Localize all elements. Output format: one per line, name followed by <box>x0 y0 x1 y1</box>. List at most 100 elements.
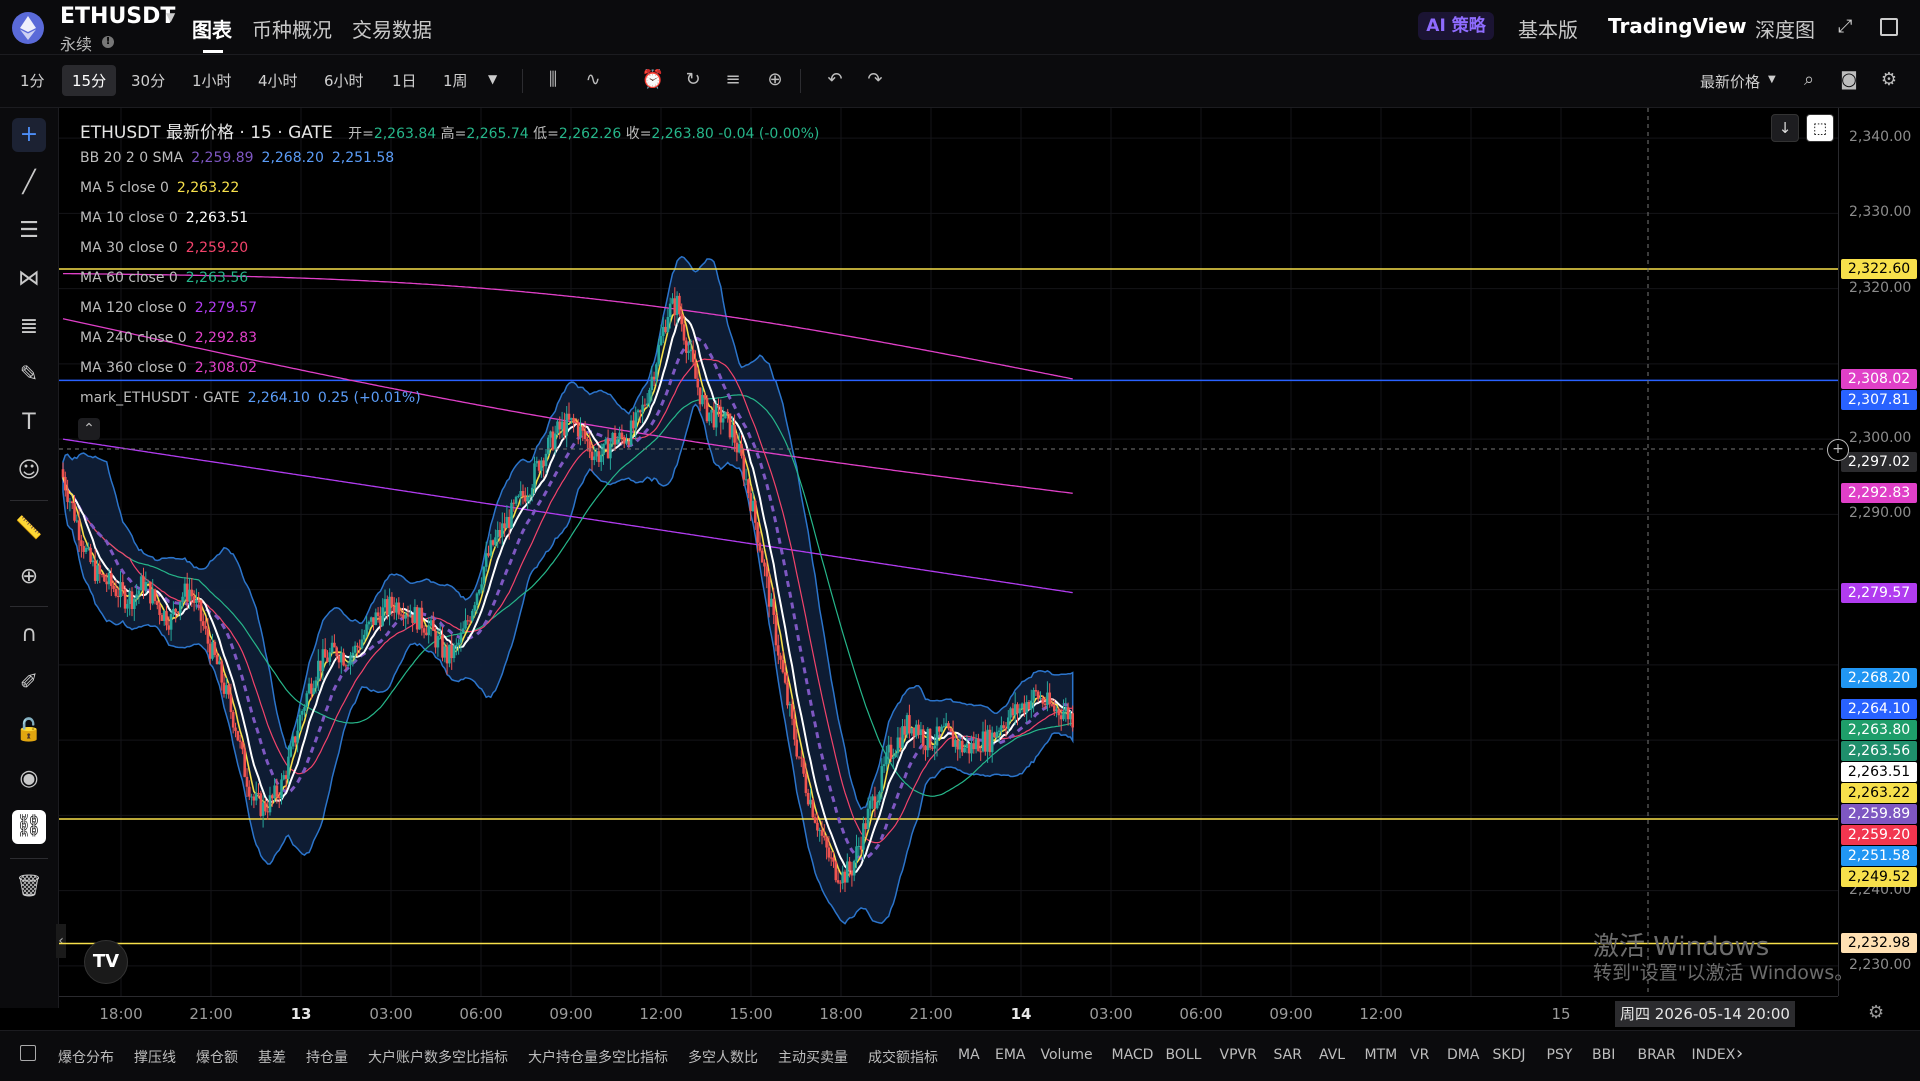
tab-trade-data[interactable]: 交易数据 <box>352 14 432 43</box>
visibility-eye-icon[interactable]: ◉ <box>12 762 46 796</box>
tab-depth-chart[interactable]: 深度图 <box>1755 14 1815 43</box>
templates-icon[interactable]: ≡ <box>720 67 746 93</box>
timeframe-6h[interactable]: 6小时 <box>324 70 364 91</box>
more-timeframes-icon[interactable]: ▼ <box>488 72 497 86</box>
window-icon[interactable] <box>1880 18 1898 36</box>
price-type-caret-icon[interactable]: ▼ <box>1768 74 1776 85</box>
legend-row[interactable]: MA 120 close 0 2,279.57 <box>80 300 257 316</box>
timeframe-1h[interactable]: 1小时 <box>192 70 232 91</box>
indicator-item[interactable]: SAR <box>1274 1047 1302 1063</box>
indicator-item[interactable]: INDEX <box>1692 1047 1736 1063</box>
tab-basic[interactable]: 基本版 <box>1518 14 1578 43</box>
indicator-item[interactable]: PSY <box>1547 1047 1573 1063</box>
brush-tool-icon[interactable]: ✎ <box>12 358 46 392</box>
indicator-item[interactable]: VPVR <box>1220 1047 1257 1063</box>
indicator-item[interactable]: BBI <box>1592 1047 1615 1063</box>
indicator-item[interactable]: 主动买卖量 <box>778 1047 848 1067</box>
indicators-icon[interactable]: ∿ <box>580 67 606 93</box>
pattern-tool-icon[interactable]: ⋈ <box>12 262 46 296</box>
symbol-dropdown-icon[interactable]: ▼ <box>166 10 175 24</box>
camera-icon[interactable]: ◙ <box>1836 67 1862 93</box>
timeframe-1w[interactable]: 1周 <box>443 70 468 91</box>
draw-mode-icon[interactable]: ✐ <box>12 666 46 700</box>
price-tick: 2,290.00 <box>1849 505 1912 522</box>
timeframe-1m[interactable]: 1分 <box>20 70 45 91</box>
time-axis[interactable]: 18:00 21:00 13 03:00 06:00 09:00 12:00 15:00 18:… <box>59 996 1838 1031</box>
time-tick: 06:00 <box>459 1005 503 1023</box>
indicator-item[interactable]: SKDJ <box>1493 1047 1526 1063</box>
scroll-to-latest-icon[interactable]: ↓ <box>1771 114 1799 142</box>
horizontal-lines-tool-icon[interactable]: ☰ <box>12 214 46 248</box>
indicator-item[interactable]: AVL <box>1319 1047 1345 1063</box>
indicator-item[interactable]: 爆仓额 <box>196 1047 238 1067</box>
trash-icon[interactable]: 🗑 <box>12 870 46 904</box>
price-chart[interactable] <box>59 108 1838 996</box>
chart-fullscreen-icon[interactable]: ⬚ <box>1806 114 1834 142</box>
legend-ohlc: 开=2,263.84 高=2,265.74 低=2,262.26 收=2,263… <box>348 126 820 142</box>
redo-icon[interactable]: ↷ <box>862 67 888 93</box>
emoji-tool-icon[interactable]: ☺ <box>12 454 46 488</box>
indicator-item[interactable]: EMA <box>995 1047 1026 1063</box>
indicator-item[interactable]: 多空人数比 <box>688 1047 758 1067</box>
indicator-item[interactable]: 爆仓分布 <box>58 1047 114 1067</box>
timeframe-15m[interactable]: 15分 <box>62 65 117 96</box>
indicator-item[interactable]: MACD <box>1112 1047 1154 1063</box>
indicator-item[interactable]: BOLL <box>1166 1047 1202 1063</box>
crosshair-tool-icon[interactable]: + <box>12 118 46 152</box>
indicator-item[interactable]: Volume <box>1041 1047 1093 1063</box>
legend-row[interactable]: BB 20 2 0 SMA 2,259.89 2,268.20 2,251.58 <box>80 150 394 166</box>
timeframe-4h[interactable]: 4小时 <box>258 70 298 91</box>
indicator-item[interactable]: 大户账户数多空比指标 <box>368 1047 508 1067</box>
indicator-item[interactable]: VR <box>1410 1047 1429 1063</box>
settings-gear-icon[interactable]: ⚙ <box>1876 67 1902 93</box>
info-icon[interactable]: ! <box>102 36 114 48</box>
indicator-bar: 爆仓分布 撑压线 爆仓额 基差 持仓量 大户账户数多空比指标 大户持仓量多空比指标 多空人数比… <box>0 1030 1920 1081</box>
timeframe-30m[interactable]: 30分 <box>131 70 165 91</box>
search-icon[interactable]: ⌕ <box>1796 67 1822 93</box>
axis-settings-icon[interactable]: ⚙ <box>1868 1002 1884 1023</box>
symbol-name[interactable]: ETHUSDT <box>60 4 175 29</box>
price-type-select[interactable]: 最新价格 <box>1700 71 1760 92</box>
undo-icon[interactable]: ↶ <box>822 67 848 93</box>
candle-type-icon[interactable]: ⫼ <box>540 67 566 93</box>
top-header: ETHUSDT ▼ 永续 ! 图表 币种概况 交易数据 AI 策略 基本版 Tr… <box>0 0 1920 55</box>
indicator-item[interactable]: DMA <box>1447 1047 1479 1063</box>
scroll-right-icon[interactable]: › <box>1736 1043 1743 1064</box>
link-icon[interactable]: ⛓ <box>12 810 46 844</box>
replay-icon[interactable]: ↻ <box>680 67 706 93</box>
indicator-item[interactable]: 持仓量 <box>306 1047 348 1067</box>
tab-coin-overview[interactable]: 币种概况 <box>252 14 332 43</box>
tab-chart[interactable]: 图表 <box>192 14 232 43</box>
indicator-item[interactable]: MA <box>958 1047 980 1063</box>
legend-row[interactable]: MA 360 close 0 2,308.02 <box>80 360 257 376</box>
ruler-tool-icon[interactable]: 📏 <box>12 512 46 546</box>
legend-row[interactable]: MA 240 close 0 2,292.83 <box>80 330 257 346</box>
indicator-item[interactable]: BRAR <box>1638 1047 1676 1063</box>
legend-row[interactable]: MA 5 close 0 2,263.22 <box>80 180 239 196</box>
add-plus-icon[interactable]: ⊕ <box>762 67 788 93</box>
indicator-item[interactable]: MTM <box>1365 1047 1398 1063</box>
indicator-item[interactable]: 基差 <box>258 1047 286 1067</box>
alert-icon[interactable]: ⏰ <box>640 67 666 93</box>
zoom-tool-icon[interactable]: ⊕ <box>12 560 46 594</box>
legend-row[interactable]: MA 10 close 0 2,263.51 <box>80 210 248 226</box>
indicator-item[interactable]: 成交额指标 <box>868 1047 938 1067</box>
trendline-tool-icon[interactable]: ╱ <box>12 166 46 200</box>
fib-tool-icon[interactable]: ≣ <box>12 310 46 344</box>
indicator-item[interactable]: 大户持仓量多空比指标 <box>528 1047 668 1067</box>
timeframe-1d[interactable]: 1日 <box>392 70 417 91</box>
indicator-item[interactable]: 撑压线 <box>134 1047 176 1067</box>
add-alert-icon[interactable]: + <box>1827 439 1849 461</box>
legend-row[interactable]: MA 60 close 0 2,263.56 <box>80 270 248 286</box>
text-tool-icon[interactable]: T <box>12 406 46 440</box>
legend-row[interactable]: mark_ETHUSDT · GATE 2,264.10 0.25 (+0.01%) <box>80 390 421 406</box>
ai-strategy-button[interactable]: AI 策略 <box>1418 12 1494 40</box>
expand-icon[interactable]: ⤢ <box>1838 16 1852 37</box>
price-scale[interactable]: 2,340.00 2,330.00 2,320.00 2,300.00 2,290.00… <box>1827 108 1920 996</box>
calendar-icon[interactable] <box>20 1045 36 1061</box>
tab-tradingview[interactable]: TradingView <box>1608 14 1747 38</box>
magnet-tool-icon[interactable]: ∩ <box>12 618 46 652</box>
collapse-legend-icon[interactable]: ⌃ <box>78 418 100 440</box>
legend-row[interactable]: MA 30 close 0 2,259.20 <box>80 240 248 256</box>
lock-icon[interactable]: 🔓 <box>12 714 46 748</box>
